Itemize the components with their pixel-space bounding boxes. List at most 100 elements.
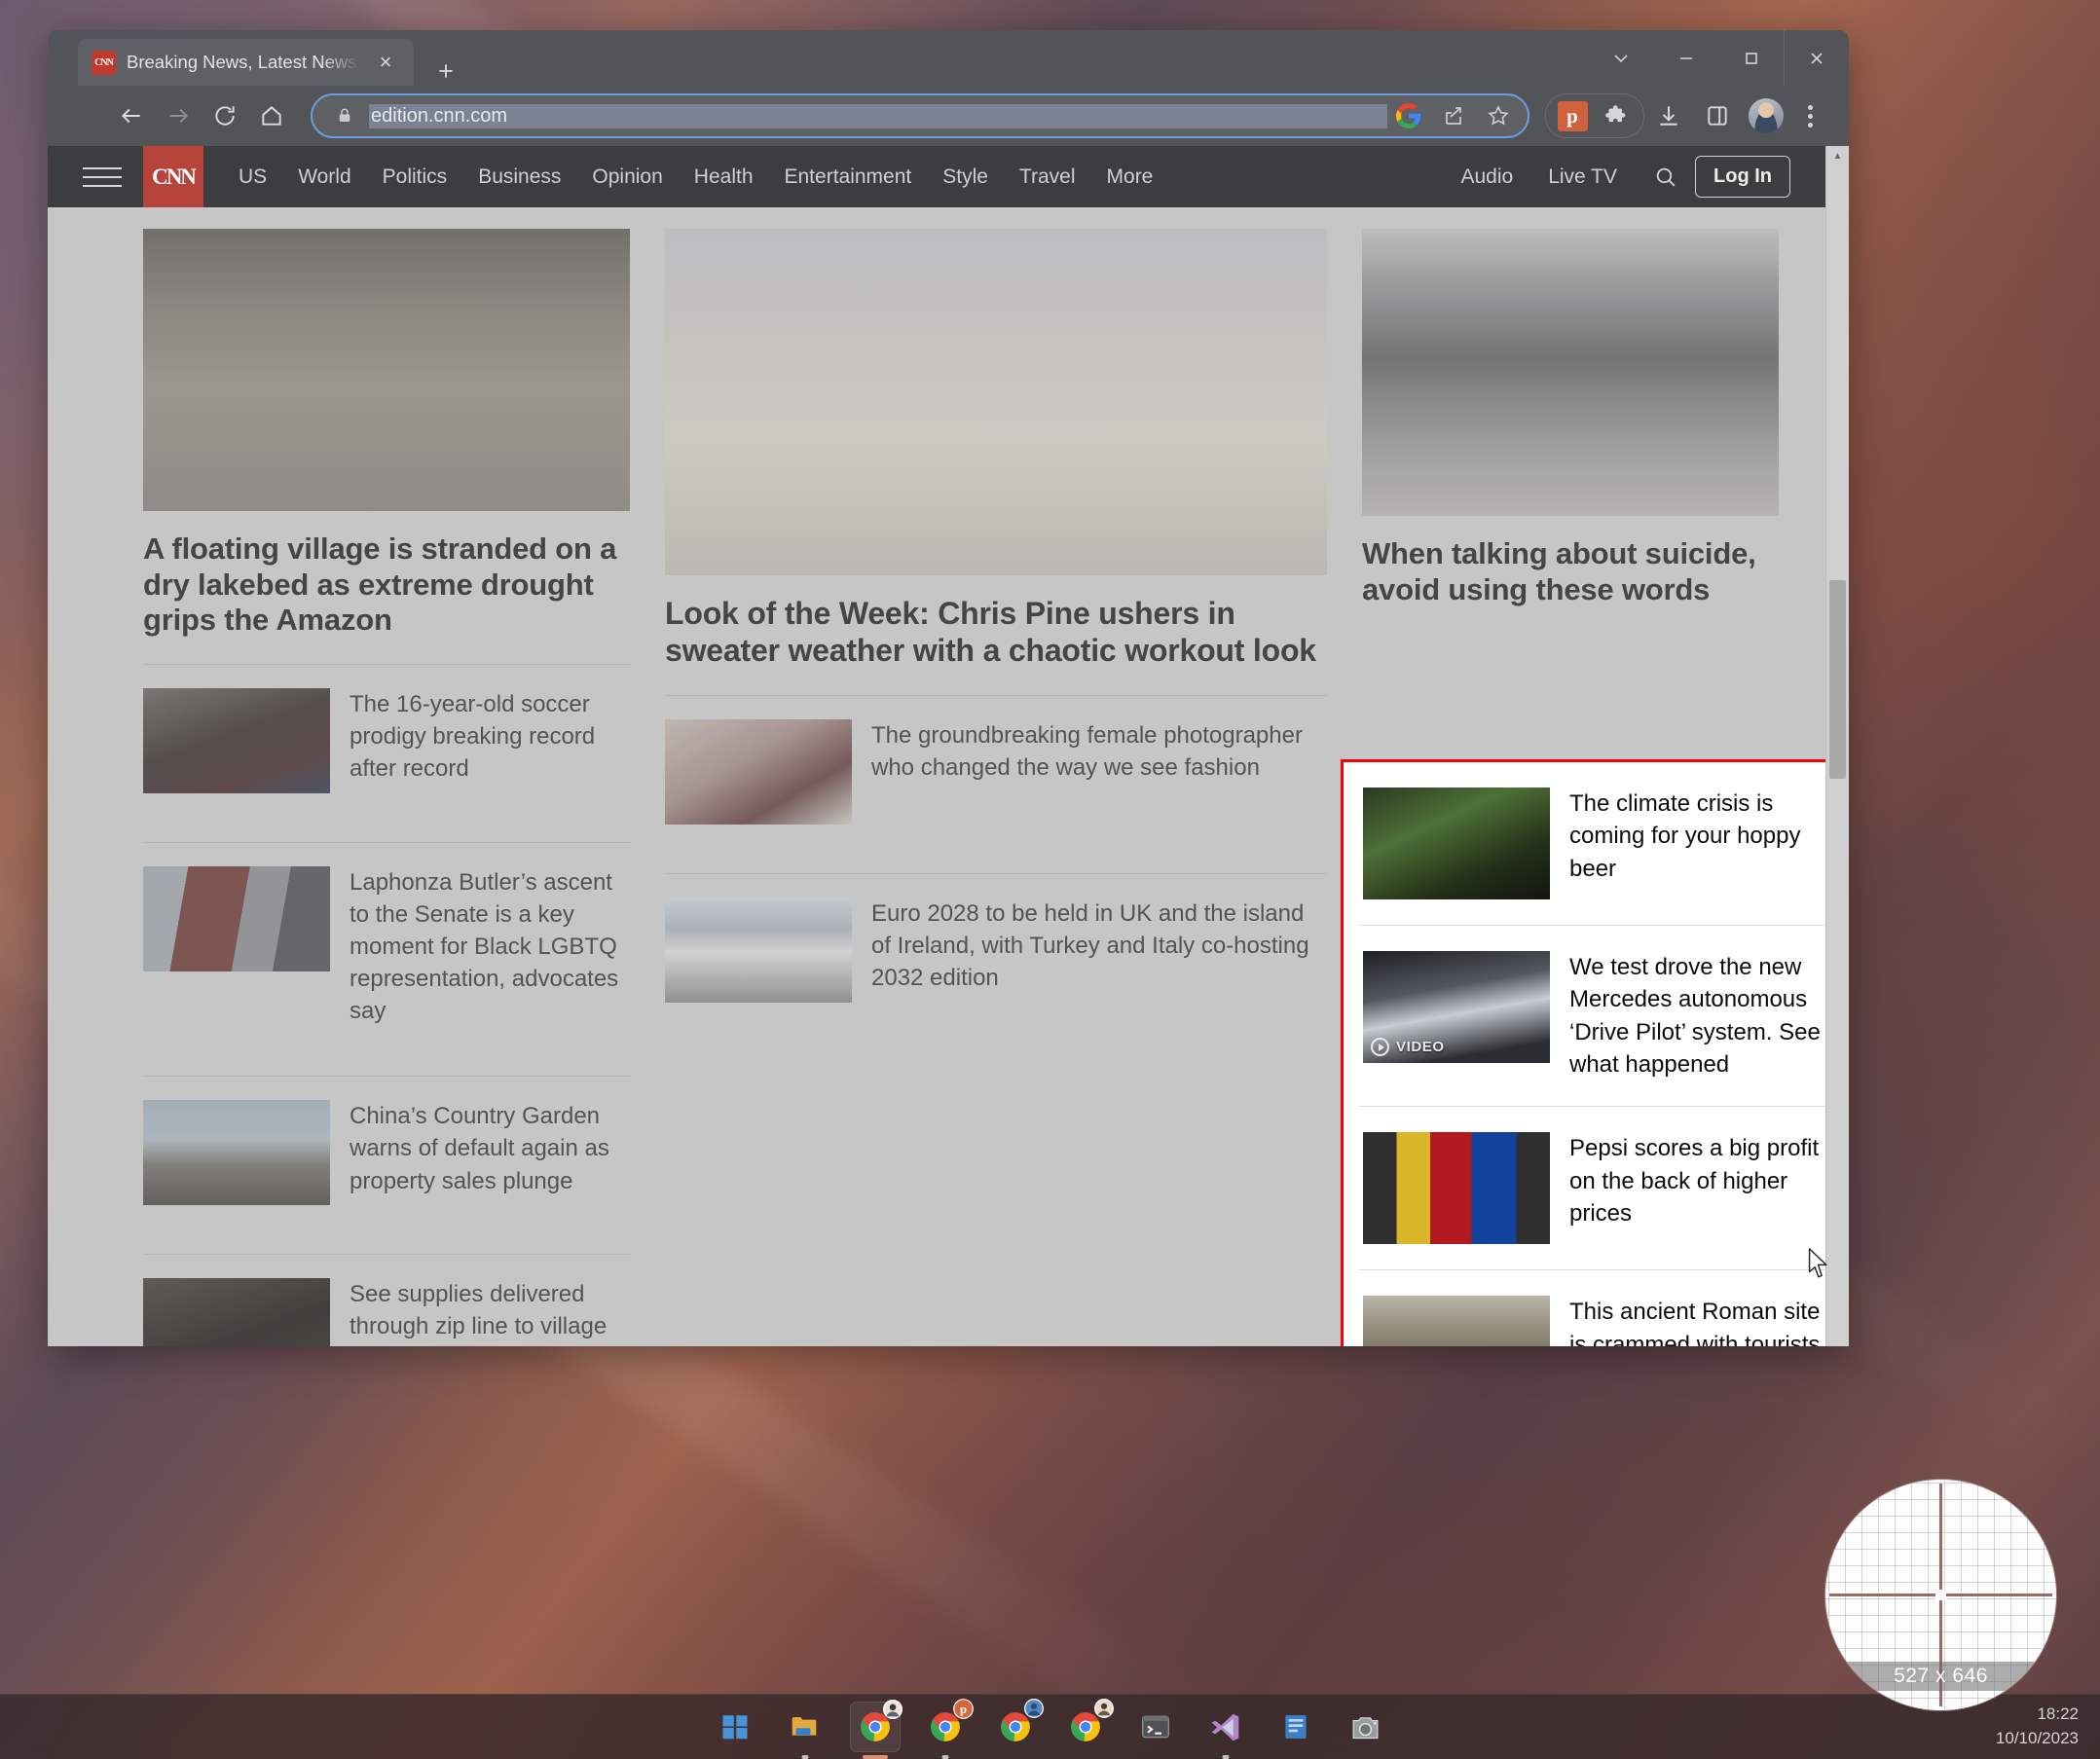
story-thumbnail-fashion <box>665 719 852 825</box>
minimize-icon[interactable] <box>1653 30 1718 86</box>
nav-link-more[interactable]: More <box>1091 165 1169 189</box>
browser-tab[interactable]: CNN Breaking News, Latest News and × <box>78 39 414 86</box>
reload-icon[interactable] <box>202 92 248 139</box>
story-item[interactable]: The 16-year-old soccer prodigy breaking … <box>143 665 630 817</box>
story-thumbnail-hops <box>1363 788 1550 899</box>
scrollbar-thumb[interactable] <box>1829 580 1846 779</box>
close-window-icon[interactable] <box>1784 30 1849 86</box>
list-item[interactable]: VIDEO We test drove the new Mercedes aut… <box>1359 926 1841 1107</box>
story-item[interactable]: Laphonza Butler’s ascent to the Senate i… <box>143 843 630 1051</box>
center-column: Look of the Week: Chris Pine ushers in s… <box>665 229 1327 1346</box>
hamburger-menu-icon[interactable] <box>83 167 122 187</box>
camera-icon <box>1349 1711 1382 1743</box>
hero-image-chris-pine[interactable] <box>665 229 1327 575</box>
nav-link-opinion[interactable]: Opinion <box>576 165 678 189</box>
side-panel-icon[interactable] <box>1693 94 1742 137</box>
taskbar-app-blue[interactable] <box>1271 1702 1321 1752</box>
story-item[interactable]: VIDEO See supplies delivered through zip… <box>143 1255 630 1346</box>
nav-link-politics[interactable]: Politics <box>367 165 463 189</box>
story-headline: The climate crisis is coming for your ho… <box>1569 788 1837 899</box>
taskbar-chrome-profile-4[interactable] <box>1060 1702 1111 1752</box>
nav-link-live-tv[interactable]: Live TV <box>1530 165 1635 189</box>
secondary-nav: Audio Live TV Log In <box>1443 156 1790 198</box>
windows-taskbar: p <box>0 1694 2100 1759</box>
story-headline: The 16-year-old soccer prodigy breaking … <box>350 688 630 793</box>
google-lens-icon[interactable] <box>1387 96 1430 135</box>
story-headline: Euro 2028 to be held in UK and the islan… <box>871 898 1327 1003</box>
folder-icon <box>790 1711 821 1742</box>
close-tab-icon[interactable]: × <box>371 48 400 77</box>
story-headline: China’s Country Garden warns of default … <box>350 1100 630 1205</box>
extension-p-badge-icon: p <box>953 1699 974 1719</box>
hero-headline-right[interactable]: When talking about suicide, avoid using … <box>1362 536 1779 607</box>
search-icon[interactable] <box>1642 165 1687 189</box>
chrome-browser-window: CNN Breaking News, Latest News and × + <box>48 30 1849 1346</box>
back-icon[interactable] <box>108 92 155 139</box>
nav-link-us[interactable]: US <box>223 165 282 189</box>
clock-date: 10/10/2023 <box>1996 1727 2079 1751</box>
home-icon[interactable] <box>248 92 295 139</box>
list-item[interactable]: This ancient Roman site is crammed with … <box>1359 1270 1841 1346</box>
taskbar-chrome-profile-1[interactable] <box>850 1702 901 1752</box>
highlighted-story-list[interactable]: The climate crisis is coming for your ho… <box>1341 759 1849 1346</box>
taskbar-screenshot-tool[interactable] <box>1341 1702 1391 1752</box>
active-indicator <box>863 1755 888 1759</box>
running-indicator <box>1222 1755 1229 1759</box>
cnn-logo[interactable]: CNN <box>143 146 203 207</box>
hero-headline-center[interactable]: Look of the Week: Chris Pine ushers in s… <box>665 596 1327 670</box>
running-indicator <box>801 1755 808 1759</box>
nav-link-style[interactable]: Style <box>927 165 1004 189</box>
hero-image-suicide[interactable] <box>1362 229 1779 516</box>
story-headline: This ancient Roman site is crammed with … <box>1569 1296 1837 1346</box>
nav-link-entertainment[interactable]: Entertainment <box>769 165 928 189</box>
taskbar-vs-code[interactable] <box>1200 1702 1251 1752</box>
story-item[interactable]: The groundbreaking female photographer w… <box>665 696 1327 848</box>
url-text[interactable]: edition.cnn.com <box>369 104 1387 128</box>
tab-strip: CNN Breaking News, Latest News and × + <box>48 30 1849 86</box>
address-bar[interactable]: edition.cnn.com <box>311 93 1529 138</box>
download-icon[interactable] <box>1644 94 1693 137</box>
nav-link-audio[interactable]: Audio <box>1443 165 1530 189</box>
windows-logo-icon <box>720 1712 750 1741</box>
hero-image-amazon[interactable] <box>143 229 630 511</box>
site-information-lock-icon[interactable] <box>332 103 357 128</box>
kebab-menu-icon[interactable] <box>1790 94 1829 137</box>
nav-link-world[interactable]: World <box>282 165 366 189</box>
taskbar-items: p <box>710 1695 1391 1759</box>
left-column: A floating village is stranded on a dry … <box>143 229 630 1346</box>
story-headline: Pepsi scores a big profit on the back of… <box>1569 1132 1837 1244</box>
story-item[interactable]: Euro 2028 to be held in UK and the islan… <box>665 874 1327 1026</box>
list-item[interactable]: Pepsi scores a big profit on the back of… <box>1359 1107 1841 1270</box>
profile-badge-icon <box>1094 1699 1114 1718</box>
extension-p-icon[interactable]: p <box>1550 96 1595 135</box>
video-badge-label: VIDEO <box>1396 1039 1445 1055</box>
story-item[interactable]: China’s Country Garden warns of default … <box>143 1077 630 1228</box>
tab-search-chevron-down-icon[interactable] <box>1588 30 1653 86</box>
cnn-favicon-icon: CNN <box>92 51 116 75</box>
bookmark-star-icon[interactable] <box>1477 96 1520 135</box>
story-thumbnail-zipline: VIDEO <box>143 1278 330 1346</box>
cnn-site-navigation: CNN US World Politics Business Opinion H… <box>48 146 1849 207</box>
nav-link-travel[interactable]: Travel <box>1004 165 1091 189</box>
story-thumbnail-china <box>143 1100 330 1205</box>
taskbar-chrome-profile-2[interactable]: p <box>920 1702 971 1752</box>
profile-avatar[interactable] <box>1749 98 1784 133</box>
taskbar-chrome-profile-3[interactable] <box>990 1702 1041 1752</box>
hero-headline-left[interactable]: A floating village is stranded on a dry … <box>143 531 630 639</box>
taskbar-terminal[interactable] <box>1130 1702 1181 1752</box>
list-item[interactable]: The climate crisis is coming for your ho… <box>1359 762 1841 926</box>
extensions-group: p <box>1545 93 1644 138</box>
new-tab-button[interactable]: + <box>431 56 461 86</box>
story-headline: We test drove the new Mercedes autonomou… <box>1569 951 1837 1081</box>
puzzle-piece-icon[interactable] <box>1595 96 1639 135</box>
taskbar-file-explorer[interactable] <box>780 1702 830 1752</box>
maximize-icon[interactable] <box>1718 30 1784 86</box>
scroll-up-arrow-icon[interactable]: ▲ <box>1826 146 1849 165</box>
nav-link-health[interactable]: Health <box>679 165 769 189</box>
taskbar-start-button[interactable] <box>710 1702 760 1752</box>
share-icon[interactable] <box>1432 96 1475 135</box>
nav-link-business[interactable]: Business <box>462 165 576 189</box>
log-in-button[interactable]: Log In <box>1695 156 1790 198</box>
forward-icon[interactable] <box>155 92 202 139</box>
vertical-scrollbar[interactable]: ▲ <box>1825 146 1849 1346</box>
